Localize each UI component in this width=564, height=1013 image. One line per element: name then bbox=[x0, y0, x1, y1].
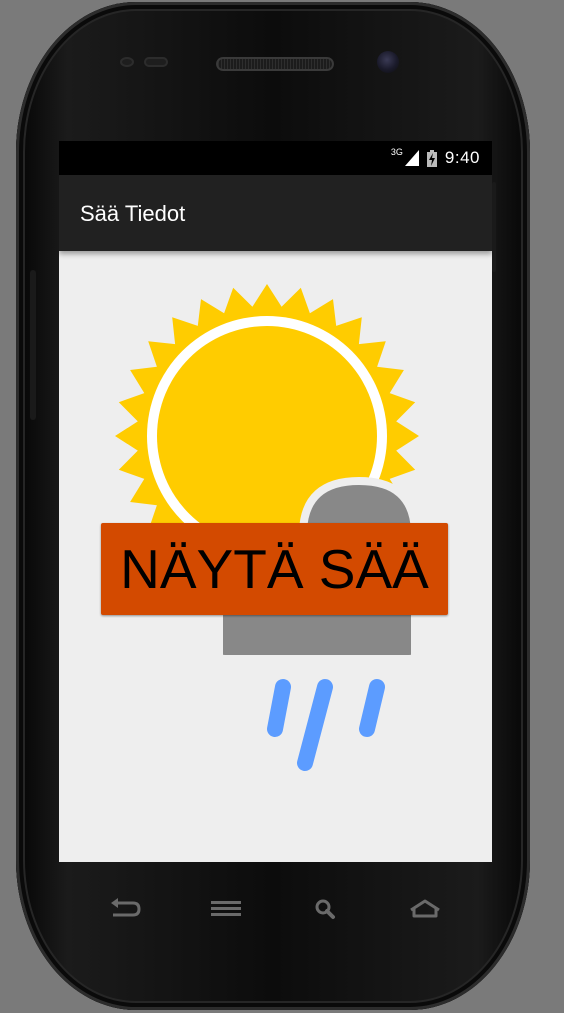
status-icons: 3G 9:40 bbox=[390, 147, 480, 168]
home-button[interactable] bbox=[405, 894, 445, 924]
earpiece-speaker bbox=[216, 57, 334, 71]
action-bar: Sää Tiedot bbox=[59, 175, 492, 251]
show-weather-button[interactable]: NÄYTÄ SÄÄ bbox=[101, 523, 448, 615]
rain-drops bbox=[267, 679, 385, 771]
navigation-bar bbox=[59, 880, 492, 940]
device-screen: 3G 9:40 Sää Tiedot NÄYTÄ SÄÄ bbox=[59, 141, 492, 862]
status-clock: 9:40 bbox=[444, 148, 480, 167]
menu-button[interactable] bbox=[207, 894, 247, 924]
front-camera bbox=[377, 51, 399, 73]
menu-icon bbox=[211, 901, 241, 916]
battery-charging-icon bbox=[426, 149, 437, 167]
power-button bbox=[492, 182, 496, 272]
home-icon bbox=[410, 899, 440, 918]
volume-button bbox=[30, 270, 36, 420]
search-button[interactable] bbox=[307, 894, 347, 924]
proximity-sensor bbox=[120, 57, 134, 67]
app-title: Sää Tiedot bbox=[80, 201, 186, 226]
light-sensor bbox=[144, 57, 168, 67]
back-button[interactable] bbox=[105, 894, 145, 924]
signal-icon bbox=[404, 150, 419, 166]
network-type-label: 3G bbox=[390, 147, 403, 157]
search-icon bbox=[315, 899, 335, 919]
status-bar: 3G 9:40 bbox=[59, 141, 492, 175]
back-icon bbox=[111, 898, 141, 917]
